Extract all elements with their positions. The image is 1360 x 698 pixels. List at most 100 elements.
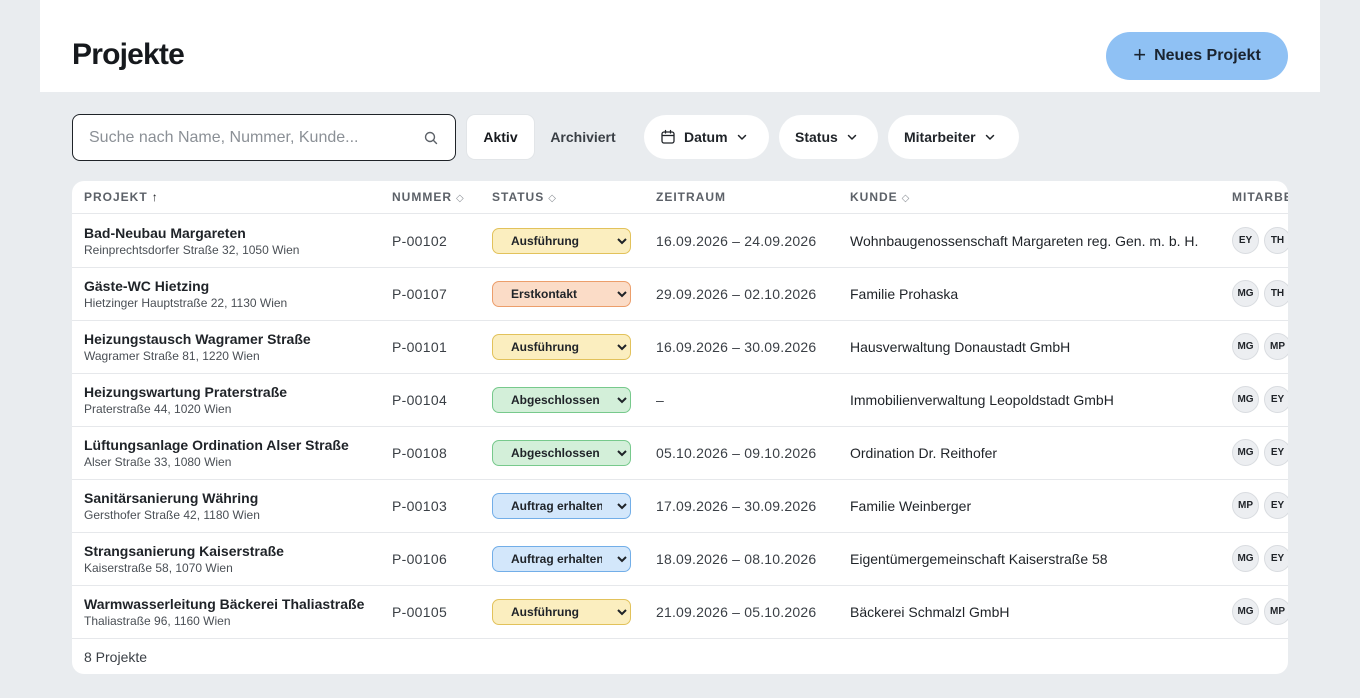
plus-icon: + bbox=[1133, 42, 1147, 67]
customer-name: Familie Prohaska bbox=[850, 286, 959, 302]
calendar-icon bbox=[661, 129, 675, 144]
new-project-label: Neues Projekt bbox=[1154, 47, 1261, 64]
project-period: 16.09.2026 – 24.09.2026 bbox=[656, 233, 817, 249]
status-select[interactable]: Abgeschlossen bbox=[492, 387, 631, 413]
avatar: TH bbox=[1264, 280, 1288, 307]
status-select[interactable]: Ausführung bbox=[492, 228, 631, 254]
new-project-button[interactable]: + Neues Projekt bbox=[1106, 32, 1288, 80]
page-title: Projekte bbox=[72, 38, 185, 71]
status-select[interactable]: Ausführung bbox=[492, 334, 631, 360]
customer-name: Immobilienverwaltung Leopoldstadt GmbH bbox=[850, 392, 1114, 408]
customer-name: Ordination Dr. Reithofer bbox=[850, 445, 998, 461]
project-name[interactable]: Heizungstausch Wagramer Straße bbox=[84, 331, 311, 347]
customer-name: Wohnbaugenossenschaft Margareten reg. Ge… bbox=[850, 233, 1199, 249]
chevron-down-icon bbox=[847, 134, 857, 140]
project-name[interactable]: Heizungswartung Praterstraße bbox=[84, 384, 287, 400]
project-period: 21.09.2026 – 05.10.2026 bbox=[656, 604, 817, 620]
project-address: Gersthofer Straße 42, 1180 Wien bbox=[84, 508, 260, 522]
avatar: EY bbox=[1264, 439, 1288, 466]
column-header-project[interactable]: PROJEKT ↑ bbox=[84, 181, 158, 213]
avatar: EY bbox=[1264, 386, 1288, 413]
sort-icon: ◇ bbox=[901, 193, 910, 204]
avatar: MG bbox=[1232, 545, 1259, 572]
avatar: EY bbox=[1264, 492, 1288, 519]
tab-archiviert[interactable]: Archiviert bbox=[538, 115, 628, 159]
customer-name: Bäckerei Schmalzl GmbH bbox=[850, 604, 1010, 620]
table-row[interactable]: Sanitärsanierung Währing Gersthofer Straß… bbox=[72, 479, 1288, 532]
table-row[interactable]: Warmwasserleitung Bäckerei Thaliastraße T… bbox=[72, 585, 1288, 638]
project-period: 17.09.2026 – 30.09.2026 bbox=[656, 498, 817, 514]
project-count: 8 Projekte bbox=[84, 649, 148, 665]
column-header-customer[interactable]: KUNDE ◇ bbox=[850, 181, 909, 213]
sort-ascending-icon: ↑ bbox=[151, 190, 158, 204]
project-address: Wagramer Straße 81, 1220 Wien bbox=[84, 349, 260, 363]
project-number: P-00107 bbox=[392, 286, 448, 302]
customer-name: Hausverwaltung Donaustadt GmbH bbox=[850, 339, 1071, 355]
column-header-status[interactable]: STATUS ◇ bbox=[492, 181, 556, 213]
table-row[interactable]: Bad-Neubau Margareten Reinprechtsdorfer S… bbox=[72, 214, 1288, 267]
avatar: TH bbox=[1264, 227, 1288, 254]
project-name[interactable]: Strangsanierung Kaiserstraße bbox=[84, 543, 284, 559]
table-row[interactable]: Heizungstausch Wagramer Straße Wagramer S… bbox=[72, 320, 1288, 373]
column-header-number[interactable]: NUMMER ◇ bbox=[392, 181, 464, 213]
project-address: Reinprechtsdorfer Straße 32, 1050 Wien bbox=[84, 243, 300, 257]
tab-aktiv[interactable]: Aktiv bbox=[467, 115, 534, 159]
column-header-staff[interactable]: MITARBE bbox=[1232, 181, 1288, 213]
chevron-down-icon bbox=[985, 134, 994, 140]
table-row[interactable]: Gäste-WC Hietzing Hietzinger Hauptstraße … bbox=[72, 267, 1288, 320]
sort-icon: ◇ bbox=[548, 193, 556, 204]
project-number: P-00106 bbox=[392, 551, 448, 567]
project-number: P-00101 bbox=[392, 339, 448, 355]
project-name[interactable]: Warmwasserleitung Bäckerei Thaliastraße bbox=[84, 596, 364, 612]
project-name[interactable]: Lüftungsanlage Ordination Alser Straße bbox=[84, 437, 349, 453]
project-name[interactable]: Sanitärsanierung Währing bbox=[84, 490, 258, 506]
avatar: MP bbox=[1264, 598, 1288, 625]
avatar: MG bbox=[1232, 333, 1259, 360]
project-name[interactable]: Gäste-WC Hietzing bbox=[84, 278, 209, 294]
project-period: – bbox=[656, 392, 664, 408]
search-input[interactable] bbox=[89, 115, 419, 160]
chevron-down-icon bbox=[737, 134, 746, 140]
status-select[interactable]: Erstkontakt bbox=[492, 281, 631, 307]
project-number: P-00102 bbox=[392, 233, 448, 249]
project-number: P-00103 bbox=[392, 498, 448, 514]
avatar: MP bbox=[1264, 333, 1288, 360]
date-filter-label: Datum bbox=[684, 129, 728, 145]
staff-filter[interactable]: Mitarbeiter bbox=[888, 115, 1019, 159]
project-name[interactable]: Bad-Neubau Margareten bbox=[84, 225, 246, 241]
project-address: Kaiserstraße 58, 1070 Wien bbox=[84, 561, 233, 575]
project-number: P-00108 bbox=[392, 445, 448, 461]
project-address: Praterstraße 44, 1020 Wien bbox=[84, 402, 232, 416]
table-row[interactable]: Heizungswartung Praterstraße Praterstraße… bbox=[72, 373, 1288, 426]
customer-name: Eigentümergemeinschaft Kaiserstraße 58 bbox=[850, 551, 1108, 567]
status-select[interactable]: Auftrag erhalten bbox=[492, 493, 631, 519]
search-icon[interactable] bbox=[423, 130, 439, 146]
avatar: MG bbox=[1232, 598, 1259, 625]
project-number: P-00105 bbox=[392, 604, 448, 620]
status-select[interactable]: Ausführung bbox=[492, 599, 631, 625]
project-address: Alser Straße 33, 1080 Wien bbox=[84, 455, 232, 469]
status-select[interactable]: Abgeschlossen bbox=[492, 440, 631, 466]
staff-filter-label: Mitarbeiter bbox=[904, 129, 976, 145]
avatar: MG bbox=[1232, 280, 1259, 307]
customer-name: Familie Weinberger bbox=[850, 498, 972, 514]
project-period: 05.10.2026 – 09.10.2026 bbox=[656, 445, 817, 461]
project-period: 29.09.2026 – 02.10.2026 bbox=[656, 286, 817, 302]
avatar: EY bbox=[1264, 545, 1288, 572]
avatar: MP bbox=[1232, 492, 1259, 519]
table-row[interactable]: Strangsanierung Kaiserstraße Kaiserstraße… bbox=[72, 532, 1288, 585]
projects-table: PROJEKT ↑ NUMMER ◇ STATUS ◇ ZEITRAUM KUNDE ◇… bbox=[72, 181, 1288, 674]
table-row[interactable]: Lüftungsanlage Ordination Alser Straße Al… bbox=[72, 426, 1288, 479]
divider bbox=[72, 638, 1288, 639]
date-filter[interactable]: Datum bbox=[644, 115, 769, 159]
project-address: Hietzinger Hauptstraße 22, 1130 Wien bbox=[84, 296, 288, 310]
status-filter[interactable]: Status bbox=[779, 115, 878, 159]
project-number: P-00104 bbox=[392, 392, 448, 408]
status-filter-label: Status bbox=[795, 129, 838, 145]
status-select[interactable]: Auftrag erhalten bbox=[492, 546, 631, 572]
avatar: MG bbox=[1232, 439, 1259, 466]
search-box bbox=[72, 114, 456, 161]
project-period: 16.09.2026 – 30.09.2026 bbox=[656, 339, 817, 355]
project-period: 18.09.2026 – 08.10.2026 bbox=[656, 551, 817, 567]
avatar: EY bbox=[1232, 227, 1259, 254]
